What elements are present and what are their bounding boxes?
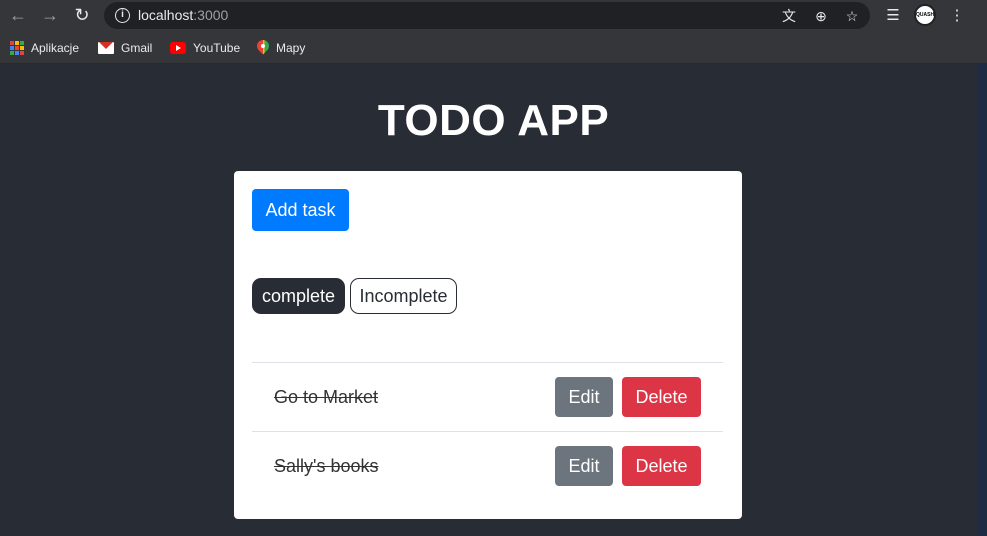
bookmark-aplikacje[interactable]: Aplikacje: [10, 39, 79, 57]
bookmark-label: Gmail: [121, 41, 153, 55]
edit-button[interactable]: Edit: [555, 377, 613, 417]
address-bar[interactable]: i localhost:3000 文 ⊕ ☆: [104, 2, 870, 29]
browser-toolbar: ← → ↻ i localhost:3000 文 ⊕ ☆ ☰ QUASH ⋮: [0, 0, 987, 31]
media-queue-icon[interactable]: ☰: [883, 6, 903, 26]
gmail-icon: [98, 42, 114, 54]
youtube-icon: [170, 42, 186, 54]
reload-icon[interactable]: ↻: [72, 5, 92, 25]
bookmark-label: YouTube: [193, 41, 241, 55]
task-text: Go to Market: [274, 387, 379, 407]
bookmark-mapy[interactable]: Mapy: [257, 39, 305, 57]
translate-icon[interactable]: 文: [780, 7, 798, 25]
menu-kebab-icon[interactable]: ⋮: [947, 6, 967, 26]
back-arrow-icon[interactable]: ←: [8, 5, 28, 25]
filter-incomplete-button[interactable]: Incomplete: [350, 278, 457, 314]
bookmark-star-icon[interactable]: ☆: [843, 7, 861, 25]
url-text[interactable]: localhost:3000: [138, 7, 228, 23]
bookmark-gmail[interactable]: Gmail: [98, 39, 152, 57]
forward-arrow-icon[interactable]: →: [40, 5, 60, 25]
profile-avatar[interactable]: QUASH: [914, 4, 936, 26]
task-text: Sally's books: [274, 456, 379, 476]
window-edge: [978, 64, 987, 536]
edit-button[interactable]: Edit: [555, 446, 613, 486]
bookmark-youtube[interactable]: YouTube: [170, 39, 240, 57]
bookmarks-bar: Aplikacje Gmail YouTube Mapy: [0, 31, 987, 64]
bookmark-label: Mapy: [276, 41, 306, 55]
todo-card: Add task complete Incomplete Go to Marke…: [234, 171, 742, 519]
bookmark-label: Aplikacje: [31, 41, 80, 55]
url-host: localhost: [138, 7, 194, 23]
site-info-icon[interactable]: i: [115, 8, 130, 23]
apps-grid-icon: [10, 41, 24, 55]
delete-button[interactable]: Delete: [622, 446, 701, 486]
maps-icon: [257, 40, 269, 56]
zoom-icon[interactable]: ⊕: [812, 7, 830, 25]
filter-complete-button[interactable]: complete: [252, 278, 345, 314]
delete-button[interactable]: Delete: [622, 377, 701, 417]
task-row: Go to Market Edit Delete: [252, 362, 723, 431]
page-title: TODO APP: [377, 96, 610, 145]
add-task-button[interactable]: Add task: [252, 189, 349, 231]
url-port: :3000: [193, 7, 229, 23]
task-row: Sally's books Edit Delete: [252, 431, 723, 500]
